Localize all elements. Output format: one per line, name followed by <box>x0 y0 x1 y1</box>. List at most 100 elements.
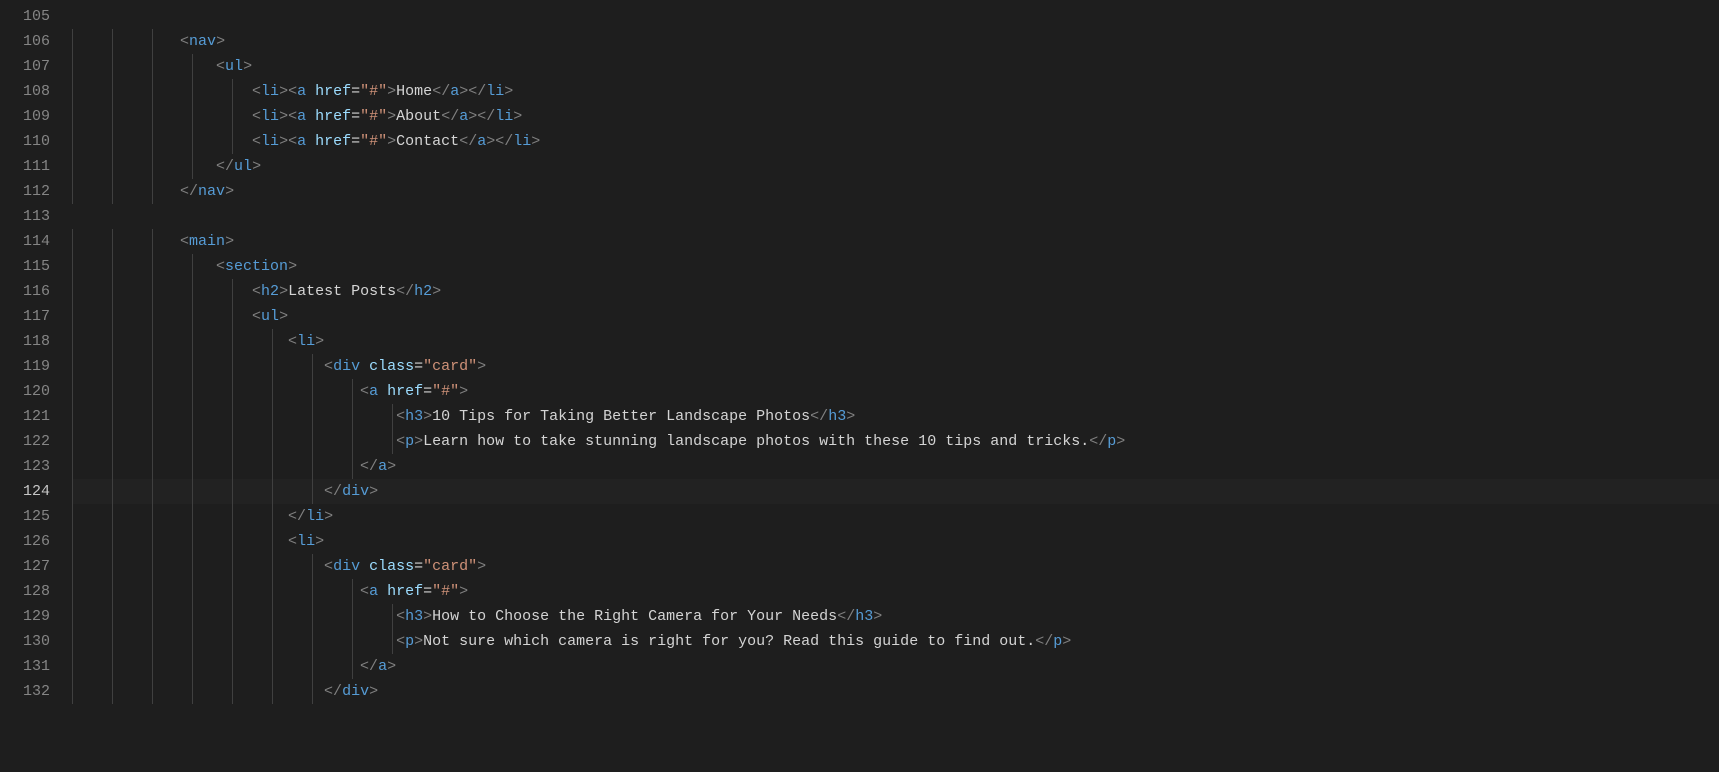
code-area[interactable]: <nav> <ul> <li><a href="#">Home</a></li>… <box>72 0 1719 772</box>
line-number: 112 <box>0 179 72 204</box>
token-punct: > <box>432 283 441 300</box>
code-line[interactable]: </a> <box>72 454 1719 479</box>
token-punct: > <box>279 283 288 300</box>
token-content-txt: About <box>396 108 441 125</box>
line-number: 109 <box>0 104 72 129</box>
token-punct: </ <box>1089 433 1107 450</box>
code-line[interactable]: <h2>Latest Posts</h2> <box>72 279 1719 304</box>
token-punct: > <box>414 433 423 450</box>
token-content-txt: Contact <box>396 133 459 150</box>
token-tag: nav <box>198 183 225 200</box>
token-tag: p <box>405 633 414 650</box>
token-string: "#" <box>432 383 459 400</box>
code-line[interactable]: <main> <box>72 229 1719 254</box>
line-number-gutter: 1051061071081091101111121131141151161171… <box>0 0 72 772</box>
code-line[interactable]: <a href="#"> <box>72 379 1719 404</box>
token-punct: > <box>387 83 396 100</box>
code-line[interactable]: <nav> <box>72 29 1719 54</box>
line-number: 106 <box>0 29 72 54</box>
code-line[interactable]: <li><a href="#">About</a></li> <box>72 104 1719 129</box>
token-punct: < <box>216 258 225 275</box>
token-punct: > <box>477 358 486 375</box>
token-punct: > <box>315 533 324 550</box>
code-line[interactable]: </li> <box>72 504 1719 529</box>
token-punct: < <box>324 358 333 375</box>
token-punct: < <box>288 533 297 550</box>
token-punct: < <box>252 308 261 325</box>
token-punct: </ <box>288 508 306 525</box>
code-line[interactable]: </div> <box>72 479 1719 504</box>
token-equals: = <box>414 358 423 375</box>
token-punct: > <box>369 683 378 700</box>
token-punct: > <box>387 133 396 150</box>
code-editor[interactable]: 1051061071081091101111121131141151161171… <box>0 0 1719 772</box>
code-line[interactable]: <section> <box>72 254 1719 279</box>
code-line[interactable]: <li> <box>72 529 1719 554</box>
code-line[interactable]: <div class="card"> <box>72 354 1719 379</box>
line-number: 131 <box>0 654 72 679</box>
line-number: 108 <box>0 79 72 104</box>
code-line[interactable]: <li> <box>72 329 1719 354</box>
token-tag: div <box>342 483 369 500</box>
code-line[interactable]: <li><a href="#">Contact</a></li> <box>72 129 1719 154</box>
token-punct: > <box>279 308 288 325</box>
token-text <box>360 358 369 375</box>
line-number: 132 <box>0 679 72 704</box>
token-attr-name: class <box>369 358 414 375</box>
token-punct: > <box>369 483 378 500</box>
line-number: 126 <box>0 529 72 554</box>
token-text <box>378 383 387 400</box>
token-punct: > <box>324 508 333 525</box>
token-tag: a <box>369 583 378 600</box>
token-tag: main <box>189 233 225 250</box>
token-punct: >< <box>279 83 297 100</box>
code-line[interactable]: </ul> <box>72 154 1719 179</box>
token-text <box>360 558 369 575</box>
code-line[interactable]: <div class="card"> <box>72 554 1719 579</box>
token-punct: > <box>477 558 486 575</box>
token-tag: a <box>369 383 378 400</box>
token-equals: = <box>414 558 423 575</box>
token-punct: > <box>387 458 396 475</box>
token-equals: = <box>351 83 360 100</box>
code-line[interactable]: <a href="#"> <box>72 579 1719 604</box>
code-line[interactable]: <li><a href="#">Home</a></li> <box>72 79 1719 104</box>
token-punct: < <box>396 433 405 450</box>
token-attr-name: href <box>387 583 423 600</box>
token-attr-name: href <box>387 383 423 400</box>
token-punct: > <box>252 158 261 175</box>
token-punct: </ <box>360 458 378 475</box>
line-number: 123 <box>0 454 72 479</box>
code-line[interactable]: </a> <box>72 654 1719 679</box>
token-punct: > <box>531 133 540 150</box>
token-punct: < <box>360 583 369 600</box>
token-punct: > <box>846 408 855 425</box>
token-attr-name: href <box>315 83 351 100</box>
token-tag: a <box>378 458 387 475</box>
token-attr-name: href <box>315 108 351 125</box>
code-line[interactable]: <ul> <box>72 54 1719 79</box>
code-line[interactable]: <h3>10 Tips for Taking Better Landscape … <box>72 404 1719 429</box>
token-punct: < <box>252 283 261 300</box>
code-line[interactable]: </nav> <box>72 179 1719 204</box>
code-line[interactable]: <p>Learn how to take stunning landscape … <box>72 429 1719 454</box>
token-tag: div <box>333 358 360 375</box>
code-line[interactable]: <ul> <box>72 304 1719 329</box>
code-line[interactable]: <p>Not sure which camera is right for yo… <box>72 629 1719 654</box>
code-line[interactable]: <h3>How to Choose the Right Camera for Y… <box>72 604 1719 629</box>
token-text <box>378 583 387 600</box>
token-tag: a <box>477 133 486 150</box>
code-line[interactable] <box>72 4 1719 29</box>
line-number: 128 <box>0 579 72 604</box>
token-tag: a <box>450 83 459 100</box>
code-line[interactable] <box>72 204 1719 229</box>
token-punct: > <box>459 583 468 600</box>
token-punct: </ <box>837 608 855 625</box>
token-punct: </ <box>360 658 378 675</box>
code-line[interactable]: </div> <box>72 679 1719 704</box>
token-punct: >< <box>279 133 297 150</box>
token-content-txt: Not sure which camera is right for you? … <box>423 633 1035 650</box>
token-tag: h3 <box>405 608 423 625</box>
token-punct: > <box>1116 433 1125 450</box>
token-string: "#" <box>432 583 459 600</box>
